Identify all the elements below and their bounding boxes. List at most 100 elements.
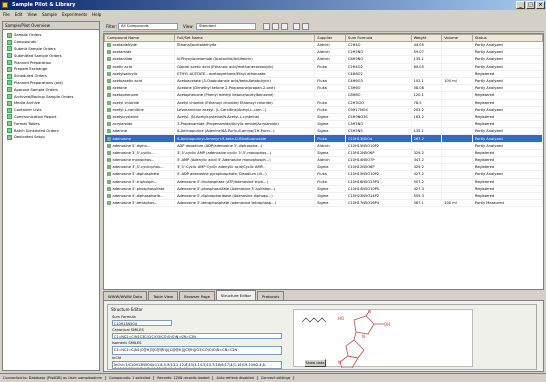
tree-item[interactable]: Container Lists: [7, 107, 99, 114]
minimize-button[interactable]: _: [516, 1, 525, 9]
table-cell: acetylsalicylic: [104, 70, 176, 78]
table-row[interactable]: adenosine 3',5'-cyclicphos... 3',5'-Cycli…: [104, 163, 543, 172]
compound-name: adenosine 3',5'-cyclicphos...: [112, 165, 164, 170]
menu-experiments[interactable]: Experiments: [62, 12, 87, 17]
tree-item[interactable]: Archived/Backup Sample Orders: [7, 93, 99, 100]
tab[interactable]: Table View: [148, 291, 179, 300]
table-row[interactable]: acetyl chloride Acetyl chloride (Ethanoyl…: [104, 99, 543, 107]
maximize-button[interactable]: □: [526, 1, 535, 9]
inchi-field[interactable]: InChI=1/C10H13N5O4/c11-8-5-9(13-2-12-8)1…: [112, 361, 282, 369]
tree-item[interactable]: Compounds: [7, 39, 99, 46]
filter-icon[interactable]: [263, 23, 270, 30]
table-row[interactable]: adenine 6-Aminopurine (Adenine/6A-Purin-6…: [104, 127, 543, 136]
tree-item[interactable]: Planned Preparations (old): [7, 80, 99, 87]
filter-select[interactable]: All Compounds: [118, 23, 178, 30]
tree-item[interactable]: Planned Preparation: [7, 59, 99, 66]
folder-icon: [7, 80, 12, 86]
table-row[interactable]: acetaldehyde Ethanal/acetaldehyde Aldrich C…: [104, 41, 543, 50]
table-row[interactable]: acetone Acetone (Dimethyl ketone 2-Propan…: [104, 84, 543, 93]
table-row[interactable]: adenosine 5'-diphosphate 5'-ADP adenosine…: [104, 170, 543, 179]
table-cell: [441, 70, 473, 78]
table-row[interactable]: acetylsalicylic ETHYL ACETATE - acetoxyet…: [104, 70, 543, 78]
table-cell: Registered: [472, 185, 543, 193]
table-cell: acetone: [104, 84, 176, 93]
tree-item[interactable]: Communication Report: [7, 114, 99, 121]
tree-item[interactable]: Batch Scheduled Orders: [7, 127, 99, 134]
tab[interactable]: Structure Editor: [215, 290, 257, 300]
column-header[interactable]: Full/Set Name: [174, 34, 316, 42]
table-row[interactable]: adenosine 5'-triphosph... Adenosine 5'-tr…: [104, 178, 543, 186]
tab[interactable]: WWW/WWW Data: [103, 291, 148, 300]
show-data-button[interactable]: Show data: [304, 359, 326, 367]
svg-text:N: N: [362, 334, 365, 339]
menu-sample[interactable]: Sample: [42, 12, 57, 17]
table-row[interactable]: adenosine 6-Aminopurinyl-Amanyrl-9-beta-D…: [104, 134, 543, 143]
table-row[interactable]: acetanilide N-Phenylacetamide (Acetanilid…: [104, 55, 543, 64]
menu-view[interactable]: View: [27, 12, 37, 17]
isomeric-smiles-field[interactable]: C1=NC2=C(N1[C@H]3[C@@H]([C@@H]([C@H](O3)…: [112, 346, 282, 355]
column-header[interactable]: Weight: [410, 34, 443, 42]
table-cell: Acetone (Dimethyl ketone 2-Propanone/pro…: [174, 84, 316, 93]
table-row[interactable]: acetyl-L-carnitine Levocarnitine acetyl- …: [104, 106, 543, 114]
search-icon[interactable]: [302, 23, 309, 30]
tree-item[interactable]: Sample Orders: [7, 32, 99, 39]
column-header[interactable]: Status: [471, 34, 543, 42]
table-cell: [441, 134, 473, 143]
canonical-smiles-field[interactable]: C1=NC2=C(N1C3C(C(C(O3)CO)O)O)N=CN=C2N: [112, 333, 282, 339]
table-row[interactable]: acetoacetic acid Acetoacetate (3-Oxobutan…: [104, 77, 543, 86]
table-row[interactable]: adenosine 5'-tetraphos... Adenosine 5'-te…: [104, 199, 543, 208]
table-cell: Sigma: [314, 192, 346, 201]
export-icon[interactable]: [281, 23, 288, 30]
table-cell: Partly Analyzed: [472, 55, 543, 64]
table-cell: C3H5NO: [345, 120, 412, 129]
refresh-icon[interactable]: [272, 23, 279, 30]
table-cell: Registered: [472, 156, 543, 165]
menu-file[interactable]: File: [3, 12, 10, 17]
tree-item[interactable]: Approve Sample Orders: [7, 86, 99, 93]
folder-icon: [7, 114, 12, 120]
sum-formula-field[interactable]: C10H13N5O4: [112, 320, 172, 326]
table-row[interactable]: acetylcysteine Acetyl- (N-Acetylcysteine/…: [104, 113, 543, 122]
table-cell: [441, 142, 473, 150]
view-select[interactable]: Standard: [196, 23, 256, 30]
table-row[interactable]: adenosine 5'-diphosphorib... Adenosine 5'…: [104, 192, 543, 201]
tab[interactable]: Protocols: [257, 291, 285, 300]
tree-item-label: Submitted Sample Orders: [14, 53, 62, 58]
table-row[interactable]: acrylamide 2-Propenamide (Propenamide/Acr…: [104, 120, 543, 129]
table-row[interactable]: adenosine monophos... 5'-AMP (Adenylic ac…: [104, 156, 543, 165]
tree-item[interactable]: Submit Sample Orders: [7, 46, 99, 53]
table-cell: acetanilide: [104, 55, 176, 64]
menu-help[interactable]: Help: [92, 12, 101, 17]
molecule-icon: [106, 179, 111, 184]
table-cell: 5'-ADP adenosine pyrophosphate, Disodium…: [174, 170, 316, 179]
folder-icon: [7, 94, 12, 100]
tree-item[interactable]: Scheduled Orders: [7, 73, 99, 80]
column-header[interactable]: Volume: [441, 34, 473, 42]
tree-item[interactable]: Dedicated Setup: [7, 134, 99, 141]
table-row[interactable]: adenosine 5'-dipho... ADP dosodium (ADP/a…: [104, 142, 543, 150]
tab[interactable]: Browser Page: [179, 291, 215, 300]
tree-item[interactable]: Media Archive: [7, 100, 99, 107]
column-header[interactable]: Compound Name: [104, 34, 176, 42]
table-cell: 427.2: [411, 170, 443, 179]
table-row[interactable]: adenosine 3',5'-cyclic... 3',5'-cyclic AM…: [104, 149, 543, 158]
close-button[interactable]: ×: [536, 1, 545, 9]
table-cell: acetoacetic acid: [104, 77, 176, 86]
table-row[interactable]: acetophenone Acetophenone (Phenyl methyl …: [104, 91, 543, 100]
table-row[interactable]: acetamide Aldrich C2H5NO 59.07 Partly Analyz…: [104, 48, 543, 57]
print-icon[interactable]: [293, 23, 300, 30]
column-header[interactable]: Sum Formula: [344, 34, 412, 42]
tree-item[interactable]: Prepare Exchange: [7, 66, 99, 73]
table-cell: Registered: [472, 178, 543, 186]
table-cell: adenine: [104, 127, 176, 136]
column-header[interactable]: Supplier: [314, 34, 346, 42]
table-row[interactable]: acetic acid Glacial acetic acid (Ethanoic…: [104, 63, 543, 71]
menu-edit[interactable]: Edit: [15, 12, 23, 17]
table-cell: 100 ml: [441, 77, 473, 86]
table-row[interactable]: adenosine 5'-phosphosulfate Adenosine 5'-…: [104, 185, 543, 193]
tree-item[interactable]: Submitted Sample Orders: [7, 52, 99, 59]
folder-icon: [7, 60, 12, 66]
tree-item[interactable]: Format Tables: [7, 120, 99, 127]
table-cell: [174, 48, 316, 57]
status-bar: Connected to: Database (PilotDB) as User…: [0, 373, 546, 382]
